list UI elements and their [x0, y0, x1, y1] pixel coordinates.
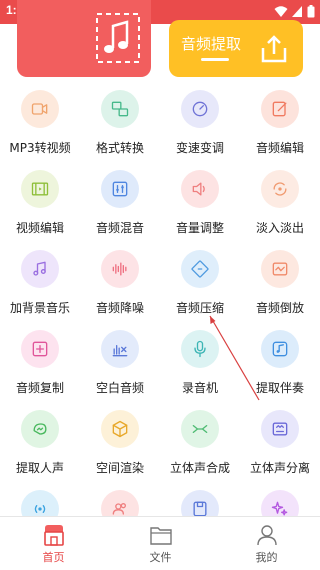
folder-icon: [150, 527, 172, 545]
volume-icon: [181, 170, 219, 208]
tool-label: 加背景音乐: [9, 301, 70, 315]
tool-item-volume[interactable]: 音量调整: [160, 170, 240, 250]
home-icon: [44, 525, 64, 546]
tool-label: 立体声合成: [169, 461, 230, 475]
copy-icon: [21, 330, 59, 368]
nav-home[interactable]: 首页: [0, 517, 107, 570]
nav-mine[interactable]: 我的: [213, 517, 320, 570]
vocal-icon: [21, 410, 59, 448]
tool-label: 音频编辑: [255, 141, 304, 155]
tool-label: 音量调整: [175, 221, 224, 235]
speed-icon: [181, 90, 219, 128]
tool-label: 音频倒放: [255, 301, 304, 315]
user-icon: [257, 525, 277, 546]
tool-item-waveform[interactable]: 音频降噪: [80, 250, 160, 330]
wifi-icon: [274, 6, 288, 17]
compress-icon: [181, 250, 219, 288]
tool-item-format-convert[interactable]: 格式转换: [80, 90, 160, 170]
mixer-icon: [101, 170, 139, 208]
nav-mine-label: 我的: [255, 551, 278, 564]
tool-label: 提取伴奏: [255, 381, 304, 395]
tool-label: 提取人声: [15, 461, 64, 475]
tool-label: 空白音频: [95, 381, 144, 395]
split-icon: [261, 410, 299, 448]
banner-underline: [201, 58, 229, 61]
tool-item-compress[interactable]: 音频压缩: [160, 250, 240, 330]
tool-label: 淡入淡出: [255, 221, 304, 235]
audio-clip-banner[interactable]: [17, 0, 151, 77]
nav-files[interactable]: 文件: [107, 517, 214, 570]
bottom-navigation: 首页 文件 我的: [0, 516, 320, 570]
tool-item-cube[interactable]: 空间渲染: [80, 410, 160, 490]
music-note-icon: [96, 13, 140, 63]
tool-item-split[interactable]: 立体声分离: [240, 410, 320, 490]
accompaniment-icon: [261, 330, 299, 368]
tool-item-accompaniment[interactable]: 提取伴奏: [240, 330, 320, 410]
upload-icon: [261, 35, 287, 63]
reverse-icon: [261, 250, 299, 288]
tool-item-edit[interactable]: 音频编辑: [240, 90, 320, 170]
tool-label: 音频压缩: [175, 301, 224, 315]
battery-icon: [307, 5, 315, 18]
blank-audio-icon: [101, 330, 139, 368]
tool-label: 立体声分离: [249, 461, 310, 475]
signal-icon: [292, 6, 302, 17]
film-icon: [21, 170, 59, 208]
waveform-icon: [101, 250, 139, 288]
tool-item-blank-audio[interactable]: 空白音频: [80, 330, 160, 410]
tool-item-speed[interactable]: 变速变调: [160, 90, 240, 170]
tool-label: MP3转视频: [9, 141, 71, 155]
tool-item-video[interactable]: MP3转视频: [0, 90, 80, 170]
tool-item-reverse[interactable]: 音频倒放: [240, 250, 320, 330]
tool-label: 空间渲染: [95, 461, 144, 475]
nav-home-label: 首页: [42, 551, 65, 564]
tool-item-music-note[interactable]: 加背景音乐: [0, 250, 80, 330]
music-note-icon: [21, 250, 59, 288]
tool-label: 录音机: [181, 381, 218, 395]
tool-item-mixer[interactable]: 音频混音: [80, 170, 160, 250]
video-icon: [21, 90, 59, 128]
tool-label: 音频降噪: [95, 301, 144, 315]
edit-icon: [261, 90, 299, 128]
microphone-icon: [181, 330, 219, 368]
tool-label: 视频编辑: [15, 221, 64, 235]
tool-item-microphone[interactable]: 录音机: [160, 330, 240, 410]
tool-item-fade[interactable]: 淡入淡出: [240, 170, 320, 250]
audio-extract-banner[interactable]: 音频提取: [169, 20, 303, 77]
tool-label: 音频复制: [15, 381, 64, 395]
fade-icon: [261, 170, 299, 208]
cube-icon: [101, 410, 139, 448]
merge-icon: [181, 410, 219, 448]
tool-item-film[interactable]: 视频编辑: [0, 170, 80, 250]
tool-item-vocal[interactable]: 提取人声: [0, 410, 80, 490]
audio-extract-label: 音频提取: [181, 35, 242, 53]
tool-label: 变速变调: [175, 141, 224, 155]
tool-item-merge[interactable]: 立体声合成: [160, 410, 240, 490]
nav-files-label: 文件: [149, 551, 172, 564]
tool-item-copy[interactable]: 音频复制: [0, 330, 80, 410]
format-convert-icon: [101, 90, 139, 128]
tool-label: 格式转换: [95, 141, 144, 155]
tool-label: 音频混音: [95, 221, 144, 235]
